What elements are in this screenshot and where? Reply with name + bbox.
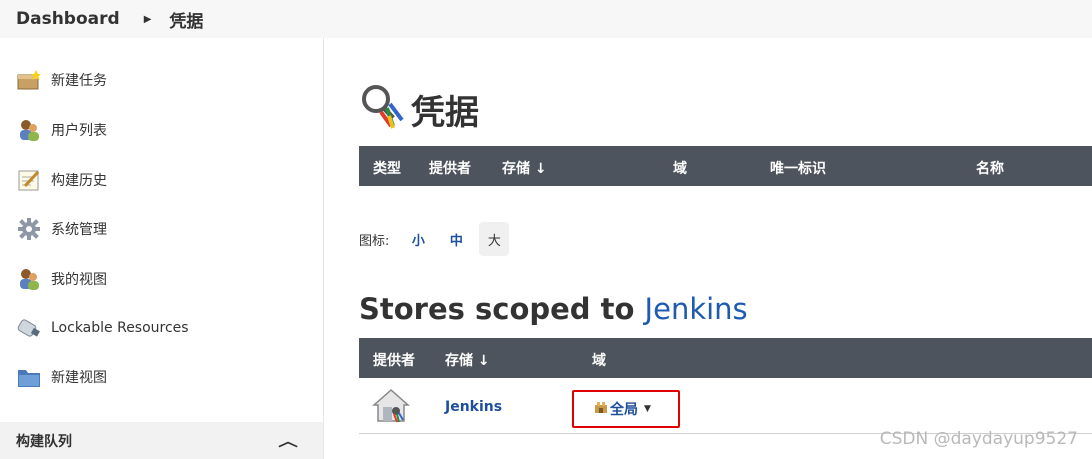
table-row: Jenkins [359,380,1092,434]
sidebar-item-new-task[interactable]: 新建任务 [16,65,107,95]
sidebar-item-new-view[interactable]: 新建视图 [16,362,107,392]
usb-icon [16,315,42,341]
column-header-name[interactable]: 名称 [976,158,1004,178]
domain-global-label: 全局 [610,402,638,418]
build-queue-header[interactable]: 构建队列 ︿ [0,422,323,459]
icon-size-small[interactable]: 小 [403,222,433,256]
gear-icon [16,216,42,242]
jenkins-provider-icon [372,388,410,428]
build-queue-label: 构建队列 [16,433,72,450]
breadcrumb-dashboard[interactable]: Dashboard [16,9,120,29]
column-header-store[interactable]: 存储 ↓ [445,350,490,370]
icon-size-selector: 图标: 小 中 大 [359,222,517,256]
new-item-icon [16,67,42,93]
page-title: 凭据 [411,92,479,133]
user-icon [16,266,42,292]
icon-size-medium[interactable]: 中 [441,222,471,256]
credentials-keys-icon [359,82,407,136]
column-header-type[interactable]: 类型 [373,158,401,178]
sidebar-item-label: 构建历史 [51,173,107,189]
sidebar-item-label: 我的视图 [51,272,107,288]
column-header-domain[interactable]: 域 [673,158,687,178]
breadcrumb-current[interactable]: 凭据 [169,7,203,32]
sidebar-item-label: 新建视图 [51,370,107,386]
column-header-id[interactable]: 唯一标识 [770,158,826,178]
sidebar-item-my-views[interactable]: 我的视图 [16,264,107,294]
sidebar-item-label: Lockable Resources [51,320,189,336]
sidebar-item-system-admin[interactable]: 系统管理 [16,214,107,244]
watermark: CSDN @daydayup9527 [879,429,1078,449]
page-title-row: 凭据 [359,82,479,136]
column-header-store[interactable]: 存储 ↓ [502,158,547,178]
stores-table-header: 提供者 存储 ↓ 域 [359,338,1092,378]
store-link-jenkins[interactable]: Jenkins [445,399,502,415]
sidebar-item-label: 用户列表 [51,123,107,139]
folder-icon [16,364,42,390]
breadcrumb: Dashboard ▶ 凭据 [0,0,1092,38]
people-icon [16,117,42,143]
chevron-up-icon[interactable]: ︿ [278,431,298,451]
icon-size-label: 图标: [359,233,390,249]
breadcrumb-separator-icon: ▶ [143,13,152,25]
credentials-table-header: 类型 提供者 存储 ↓ 域 唯一标识 名称 [359,146,1092,186]
chevron-down-icon: ▼ [644,404,651,414]
notepad-icon [16,167,42,193]
column-header-provider[interactable]: 提供者 [429,158,471,178]
icon-size-large[interactable]: 大 [479,222,510,256]
domain-icon [594,400,608,418]
stores-title-prefix: Stores scoped to [359,292,645,326]
sidebar-item-build-history[interactable]: 构建历史 [16,165,107,195]
column-header-provider[interactable]: 提供者 [373,350,415,370]
stores-title: Stores scoped to Jenkins [359,292,748,326]
sidebar-item-label: 系统管理 [51,222,107,238]
sidebar-item-label: 新建任务 [51,73,107,89]
stores-title-link[interactable]: Jenkins [645,292,748,326]
sidebar-item-lockable-resources[interactable]: Lockable Resources [16,313,189,343]
sidebar: 新建任务 用户列表 构建历史 系统管理 我的视图 Lockable Resour… [0,38,324,459]
domain-global-dropdown[interactable]: 全局 ▼ [572,390,680,428]
sidebar-item-users[interactable]: 用户列表 [16,115,107,145]
column-header-domain[interactable]: 域 [592,350,606,370]
